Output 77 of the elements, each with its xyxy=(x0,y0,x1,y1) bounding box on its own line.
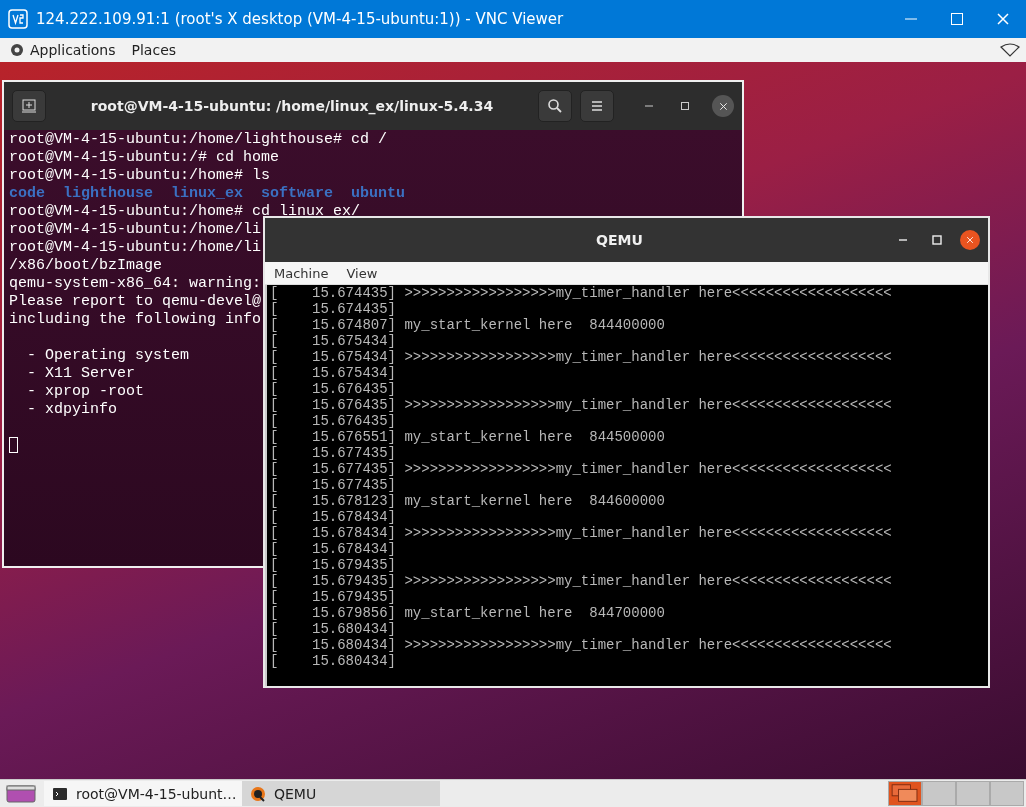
close-icon xyxy=(996,12,1010,26)
console-line: [ 15.678434] xyxy=(270,509,398,525)
terminal-line: including the following info xyxy=(9,311,262,329)
directory-name: software xyxy=(261,185,334,203)
terminal-line: root@VM-4-15-ubuntu:/home/li xyxy=(9,221,262,239)
window-title: 124.222.109.91:1 (root's X desktop (VM-4-15-ubuntu:1)) - VNC Viewer xyxy=(36,10,565,28)
network-icon[interactable] xyxy=(1000,43,1020,57)
terminal-line: root@VM-4-15-ubuntu:/home/lighthouse# cd / xyxy=(9,131,388,149)
close-icon xyxy=(966,236,974,244)
new-tab-icon xyxy=(21,98,37,114)
console-line: [ 15.678434] >>>>>>>>>>>>>>>>>>my_timer_handler here<<<<<<<<<<<<<<<<<<< xyxy=(270,525,893,541)
qemu-logo-icon xyxy=(250,785,266,802)
console-line: [ 15.677435] xyxy=(270,477,398,493)
console-line: [ 15.680434] xyxy=(270,653,398,669)
panel-menu[interactable]: Places xyxy=(131,42,177,58)
terminal-line: root@VM-4-15-ubuntu:/home# ls xyxy=(9,167,271,185)
console-line: [ 15.678434] xyxy=(270,541,398,557)
maximize-icon xyxy=(950,12,964,26)
terminal-line: - Operating system xyxy=(26,347,190,365)
workspace-switcher[interactable] xyxy=(888,781,922,806)
terminal-icon xyxy=(52,785,68,802)
console-line: [ 15.676551] my_start_kernel here 844500000 xyxy=(270,429,666,445)
search-button[interactable] xyxy=(538,90,572,122)
maximize-icon xyxy=(679,100,691,112)
new-tab-button[interactable] xyxy=(12,90,46,122)
console-line: [ 15.677435] >>>>>>>>>>>>>>>>>>my_timer_handler here<<<<<<<<<<<<<<<<<<< xyxy=(270,461,893,477)
window-title: QEMU xyxy=(595,232,644,248)
directory-name: ubuntu xyxy=(351,185,406,203)
console-line: [ 15.676435] xyxy=(270,413,398,429)
console-line: [ 15.679435] xyxy=(270,557,398,573)
maximize-icon xyxy=(931,234,943,246)
app-logo-icon xyxy=(8,9,28,29)
panel-menu[interactable]: Applications xyxy=(30,42,116,58)
workspace-switcher[interactable] xyxy=(990,781,1024,806)
console-line: [ 15.677435] xyxy=(270,445,398,461)
close-button[interactable] xyxy=(960,230,980,250)
terminal-line: - xdpyinfo xyxy=(26,401,118,419)
console-line: [ 15.676435] xyxy=(270,381,398,397)
terminal-line: root@VM-4-15-ubuntu:/# cd home xyxy=(9,149,280,167)
close-icon xyxy=(718,101,728,111)
window-title: root@VM-4-15-ubuntu: /home/linux_ex/linux-5.4.34 xyxy=(89,98,495,114)
console-line: [ 15.674435] xyxy=(270,301,398,317)
console-line: [ 15.678123] my_start_kernel here 844600000 xyxy=(270,493,666,509)
terminal-line: - xprop -root xyxy=(26,383,145,401)
directory-name: lighthouse xyxy=(63,185,154,203)
console-line: [ 15.674435] >>>>>>>>>>>>>>>>>>my_timer_handler here<<<<<<<<<<<<<<<<<<< xyxy=(270,285,893,301)
menu-button[interactable] xyxy=(580,90,614,122)
taskbar-item[interactable]: QEMU xyxy=(242,781,440,806)
directory-name: code xyxy=(9,185,45,203)
search-icon xyxy=(547,98,563,114)
text-cursor xyxy=(9,437,18,453)
close-button[interactable] xyxy=(712,95,734,117)
terminal-line: root@VM-4-15-ubuntu:/home# cd linux_ex/ xyxy=(9,203,361,221)
menu-item[interactable]: View xyxy=(337,265,387,281)
taskbar-item[interactable]: root@VM-4-15-ubunt… xyxy=(44,781,242,806)
console-line: [ 15.679435] xyxy=(270,589,398,605)
console-line: [ 15.675434] xyxy=(270,333,398,349)
terminal-line: root@VM-4-15-ubuntu:/home/li xyxy=(9,239,262,257)
console-line: [ 15.680434] >>>>>>>>>>>>>>>>>>my_timer_handler here<<<<<<<<<<<<<<<<<<< xyxy=(270,637,893,653)
terminal-line: - X11 Server xyxy=(26,365,136,383)
workspace-switcher[interactable] xyxy=(922,781,956,806)
terminal-line: Please report to qemu-devel@ xyxy=(9,293,262,311)
console-line: [ 15.679856] my_start_kernel here 844700000 xyxy=(270,605,666,621)
console-line: [ 15.680434] xyxy=(270,621,398,637)
console-line: [ 15.675434] >>>>>>>>>>>>>>>>>>my_timer_handler here<<<<<<<<<<<<<<<<<<< xyxy=(270,349,893,365)
show-desktop-icon[interactable] xyxy=(6,783,36,804)
console-line: [ 15.675434] xyxy=(270,365,398,381)
console-line: [ 15.679435] >>>>>>>>>>>>>>>>>>my_timer_handler here<<<<<<<<<<<<<<<<<<< xyxy=(270,573,893,589)
window-thumbnails-icon xyxy=(889,782,921,805)
console-line: [ 15.674807] my_start_kernel here 844400000 xyxy=(270,317,666,333)
menu-icon xyxy=(589,98,605,114)
menu-item[interactable]: Machine xyxy=(265,265,338,281)
console-line: [ 15.676435] >>>>>>>>>>>>>>>>>>my_timer_handler here<<<<<<<<<<<<<<<<<<< xyxy=(270,397,893,413)
terminal-line: qemu-system-x86_64: warning: xyxy=(9,275,262,293)
terminal-line: /x86/boot/bzImage xyxy=(9,257,163,275)
workspace-switcher[interactable] xyxy=(956,781,990,806)
directory-name: linux_ex xyxy=(171,185,244,203)
